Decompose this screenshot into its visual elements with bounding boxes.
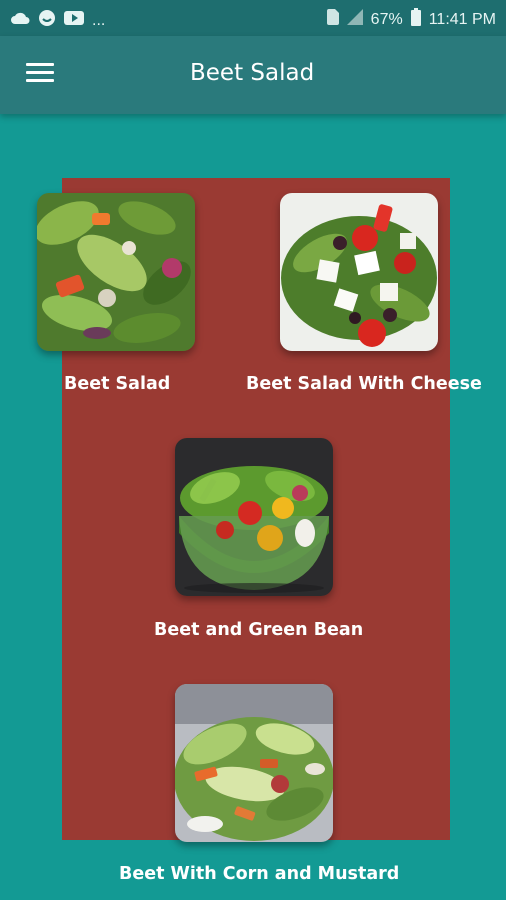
clock: 11:41 PM <box>428 10 496 28</box>
recipe-card-beet-with-corn-and-mustard[interactable] <box>175 684 333 842</box>
hamburger-menu-icon[interactable] <box>26 63 54 85</box>
salad-bowl-with-tomatoes-photo <box>175 438 333 596</box>
recipe-label[interactable]: Beet Salad With Cheese <box>246 374 482 394</box>
signal-icon <box>346 9 363 30</box>
emoji-notification-icon <box>38 9 56 32</box>
recipe-label[interactable]: Beet and Green Bean <box>154 620 363 640</box>
recipe-card-beet-salad-with-cheese[interactable] <box>280 193 438 351</box>
recipe-label[interactable]: Beet Salad <box>64 374 170 394</box>
battery-icon <box>410 8 421 31</box>
mixed-green-salad-photo <box>37 193 195 351</box>
sim-card-icon <box>326 9 339 30</box>
cloud-icon <box>10 11 30 30</box>
battery-percent: 67% <box>370 10 403 28</box>
app-bar: Beet Salad <box>0 36 506 114</box>
recipe-card-beet-and-green-bean[interactable] <box>175 438 333 596</box>
status-bar: ... 67% 11:41 PM <box>0 0 506 36</box>
recipe-label[interactable]: Beet With Corn and Mustard <box>119 864 399 884</box>
more-notifications-ellipsis: ... <box>92 11 106 29</box>
greek-salad-with-feta-photo <box>280 193 438 351</box>
page-title: Beet Salad <box>190 60 315 86</box>
chopped-vegetable-salad-photo <box>175 684 333 842</box>
youtube-icon <box>64 10 84 31</box>
recipe-card-beet-salad[interactable] <box>37 193 195 351</box>
